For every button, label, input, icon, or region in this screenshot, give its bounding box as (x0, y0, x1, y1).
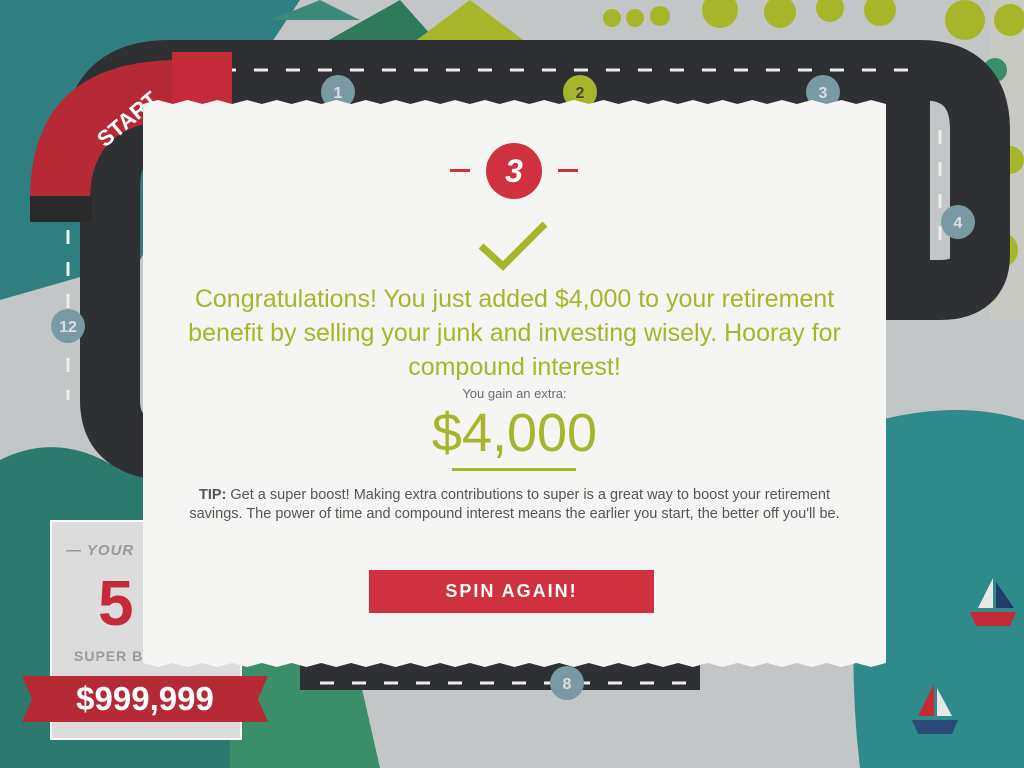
checkmark-icon (477, 218, 549, 274)
gain-amount: $4,000 (431, 403, 598, 463)
balance-value: $999,999 (76, 680, 214, 717)
board-space-label: 4 (954, 215, 963, 232)
tip-text: TIP: Get a super boost! Making extra con… (183, 486, 846, 524)
board-space-label: 12 (59, 319, 77, 336)
divider (452, 468, 576, 471)
score-label: — YOUR (66, 542, 135, 559)
score-sub-label: SUPER B (74, 648, 144, 664)
score-value: 5 (98, 567, 134, 639)
tip-label: TIP: (198, 487, 227, 503)
balance-ribbon: $999,999 (22, 668, 268, 730)
step-indicator: 3 (143, 143, 886, 199)
result-message: Congratulations! You just added $4,000 t… (188, 285, 841, 381)
divider (450, 169, 470, 172)
board-space-label: 2 (576, 85, 585, 102)
board-space-label: 3 (819, 85, 828, 102)
tip-body: Get a super boost! Making extra contribu… (189, 487, 840, 522)
board-space-label: 1 (334, 85, 343, 102)
result-modal: 3 Congratulations! You just added $4,000… (143, 100, 886, 667)
divider (558, 169, 578, 172)
gain-label: You gain an extra: (462, 386, 567, 401)
step-number-badge: 3 (486, 143, 542, 199)
board-space-label: 8 (563, 676, 572, 693)
spin-again-button[interactable]: SPIN AGAIN! (369, 570, 654, 613)
